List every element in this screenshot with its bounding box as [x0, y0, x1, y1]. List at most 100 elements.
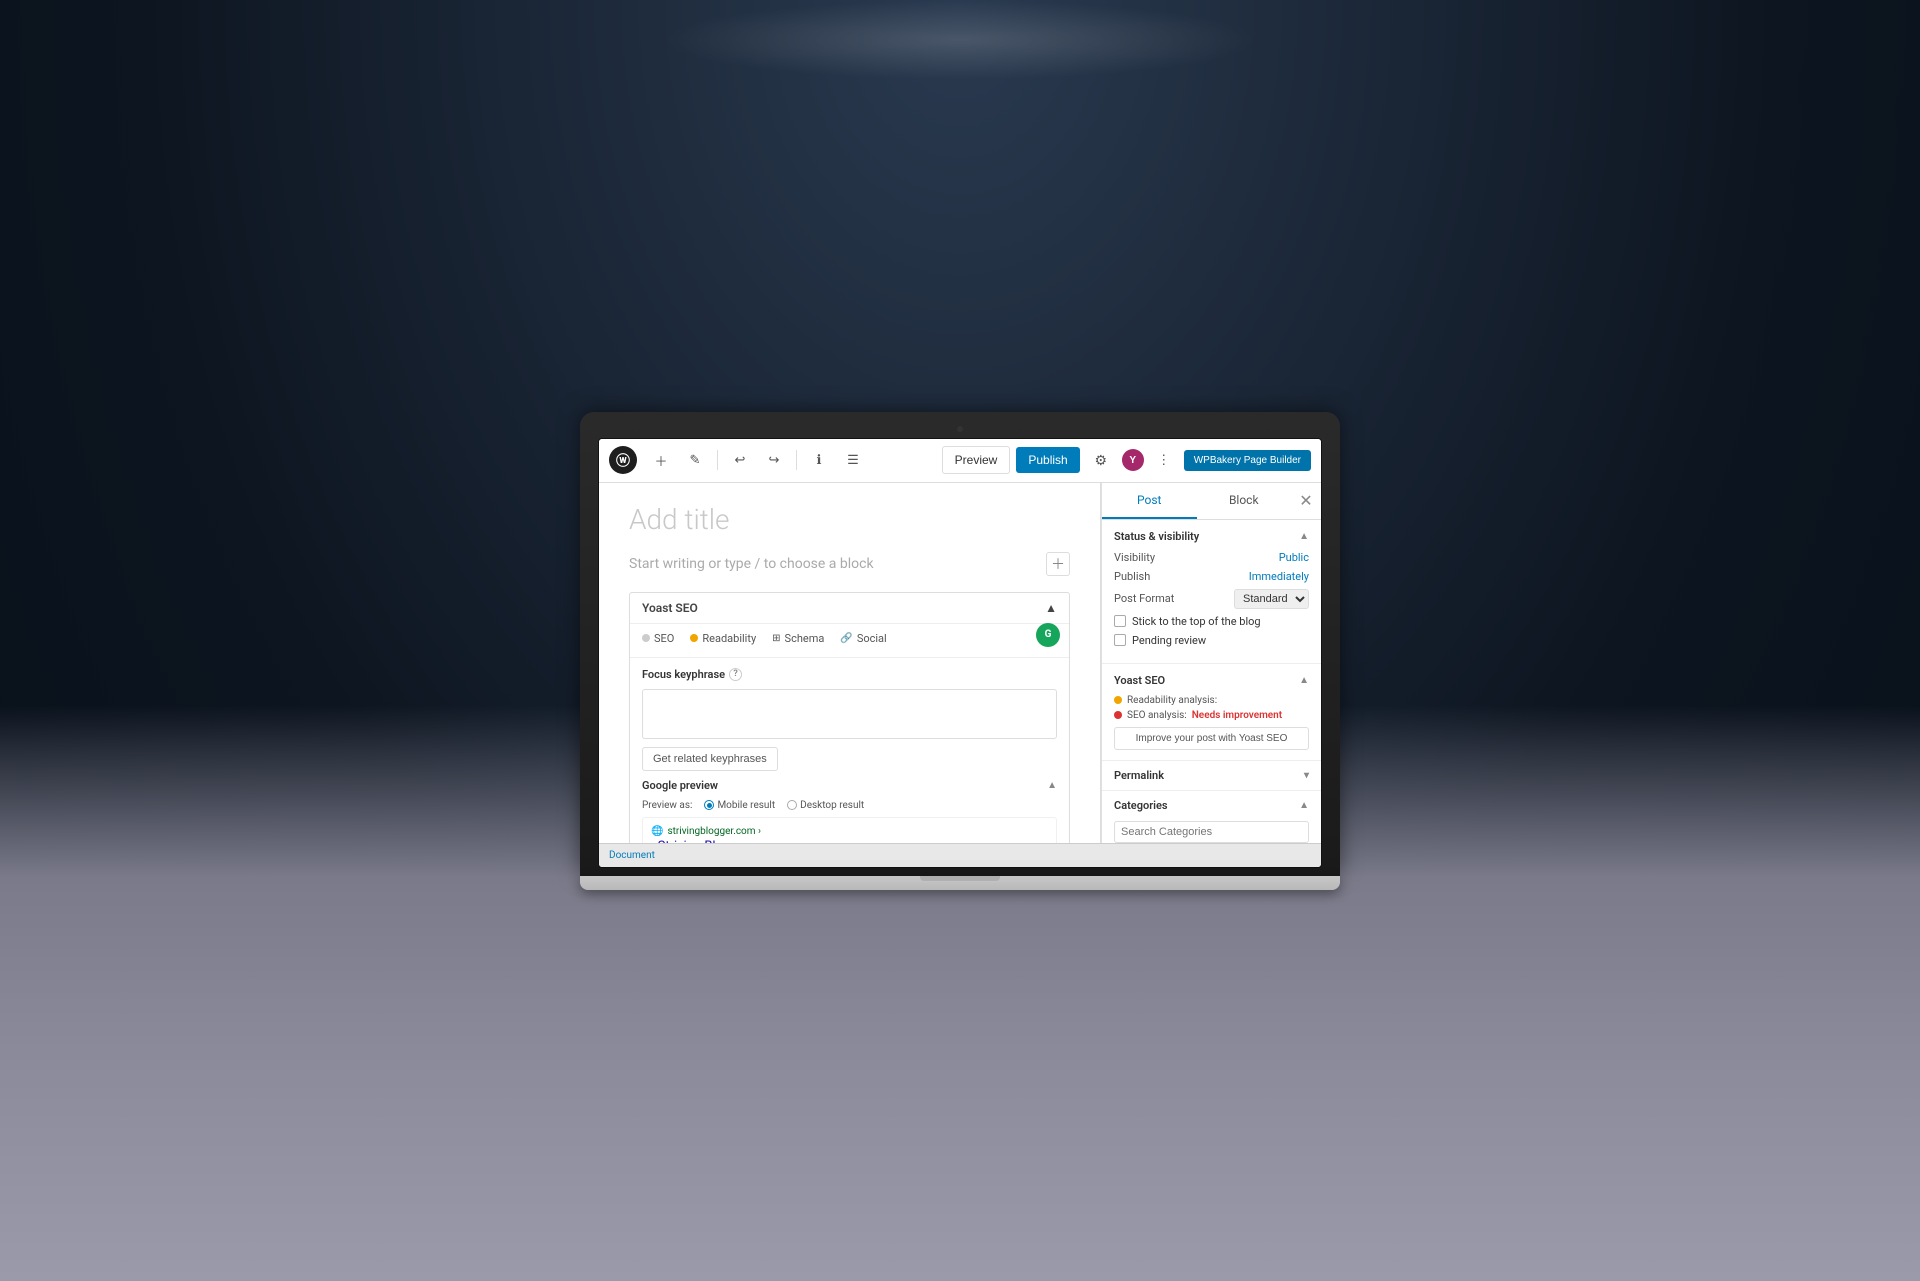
get-related-keyphrases-button[interactable]: Get related keyphrases	[642, 747, 778, 771]
desktop-result-label: Desktop result	[800, 800, 864, 811]
seo-analysis-row: SEO analysis: Needs improvement	[1114, 710, 1309, 721]
google-result-preview: 🌐 strivingblogger.com › · Striving Blogg…	[642, 817, 1057, 843]
yoast-content: Focus keyphrase ? Get related keyphrases…	[630, 658, 1069, 843]
mobile-radio[interactable]	[704, 800, 714, 810]
schema-icon: ⊞	[772, 633, 780, 644]
more-options-button[interactable]: ⋮	[1150, 446, 1178, 474]
status-visibility-header[interactable]: Status & visibility ▲	[1114, 530, 1309, 543]
yoast-tab-social[interactable]: 🔗 Social	[840, 632, 886, 649]
categories-section: Categories ▲ Blogging Blog Traffic	[1102, 791, 1321, 843]
laptop-bezel: W ＋ ✎ ↩ ↪ ℹ ☰ Preview Publish ⚙ Y ⋮ WPBa…	[580, 412, 1340, 876]
pending-review-checkbox[interactable]	[1114, 634, 1126, 646]
undo-toolbar-button[interactable]: ↩	[726, 446, 754, 474]
social-icon: 🔗	[840, 633, 852, 644]
visibility-label: Visibility	[1114, 551, 1155, 564]
publish-row: Publish Immediately	[1114, 570, 1309, 583]
google-url-row: 🌐 strivingblogger.com ›	[651, 826, 1048, 837]
svg-text:W: W	[619, 456, 627, 466]
main-content: G Add title Start writing or type / to c…	[599, 483, 1321, 843]
google-url-text: strivingblogger.com ›	[667, 826, 761, 837]
bottom-bar: Document	[599, 843, 1321, 867]
yoast-panel-title: Yoast SEO	[642, 601, 698, 615]
publish-label: Publish	[1114, 570, 1150, 583]
post-title-input[interactable]: Add title	[629, 503, 1070, 536]
screen: W ＋ ✎ ↩ ↪ ℹ ☰ Preview Publish ⚙ Y ⋮ WPBa…	[598, 438, 1322, 868]
seo-tab-label: SEO	[654, 632, 674, 645]
redo-toolbar-button[interactable]: ↪	[760, 446, 788, 474]
yoast-sidebar-section: Yoast SEO ▲ Readability analysis: SEO an…	[1102, 664, 1321, 761]
sidebar-tab-post[interactable]: Post	[1102, 483, 1197, 519]
yoast-button[interactable]: Y	[1122, 449, 1144, 471]
seo-dot	[1114, 711, 1122, 719]
readability-label: Readability analysis:	[1127, 695, 1217, 706]
seo-status: Needs improvement	[1192, 710, 1282, 721]
google-title-link[interactable]: · Striving Blogger	[651, 839, 1048, 843]
yoast-tabs: SEO Readability ⊞ Schema 🔗	[630, 624, 1069, 658]
stick-top-checkbox[interactable]	[1114, 615, 1126, 627]
desktop-radio[interactable]	[787, 800, 797, 810]
google-preview-collapse-icon: ▲	[1047, 780, 1057, 791]
visibility-row: Visibility Public	[1114, 551, 1309, 564]
sidebar-tab-block[interactable]: Block	[1197, 483, 1292, 519]
add-block-inline-button[interactable]: ＋	[1046, 552, 1070, 576]
post-format-select[interactable]: Standard	[1234, 589, 1309, 609]
laptop-hinge	[920, 876, 1000, 881]
editor-area[interactable]: G Add title Start writing or type / to c…	[599, 483, 1101, 843]
visibility-value[interactable]: Public	[1279, 551, 1309, 564]
desktop-result-option[interactable]: Desktop result	[787, 800, 864, 811]
google-preview-header[interactable]: Google preview ▲	[642, 779, 1057, 792]
readability-tab-label: Readability	[702, 632, 756, 645]
permalink-collapse-icon: ▾	[1304, 770, 1309, 781]
keyphrase-help-icon[interactable]: ?	[729, 668, 742, 681]
post-body-area[interactable]: Start writing or type / to choose a bloc…	[629, 552, 1070, 576]
edit-toolbar-button[interactable]: ✎	[681, 446, 709, 474]
publish-button[interactable]: Publish	[1016, 447, 1079, 473]
info-toolbar-button[interactable]: ℹ	[805, 446, 833, 474]
google-preview-title: Google preview	[642, 779, 718, 792]
publish-value[interactable]: Immediately	[1249, 570, 1309, 583]
toolbar-separator-1	[717, 450, 718, 470]
yoast-tab-schema[interactable]: ⊞ Schema	[772, 632, 824, 649]
improve-yoast-button[interactable]: Improve your post with Yoast SEO	[1114, 727, 1309, 750]
stick-top-row: Stick to the top of the blog	[1114, 615, 1309, 628]
status-visibility-section: Status & visibility ▲ Visibility Public …	[1102, 520, 1321, 664]
background-light	[660, 0, 1260, 80]
readability-dot	[1114, 696, 1122, 704]
yoast-tab-readability[interactable]: Readability	[690, 632, 756, 649]
readability-tab-dot	[690, 634, 698, 642]
categories-title: Categories	[1114, 799, 1168, 812]
yoast-sidebar-header[interactable]: Yoast SEO ▲	[1114, 674, 1309, 687]
categories-header[interactable]: Categories ▲	[1114, 799, 1309, 812]
laptop-container: W ＋ ✎ ↩ ↪ ℹ ☰ Preview Publish ⚙ Y ⋮ WPBa…	[580, 412, 1340, 890]
schema-tab-label: Schema	[785, 632, 825, 645]
wp-toolbar: W ＋ ✎ ↩ ↪ ℹ ☰ Preview Publish ⚙ Y ⋮ WPBa…	[599, 439, 1321, 483]
sidebar-close-button[interactable]: ✕	[1291, 486, 1321, 516]
status-visibility-collapse-icon: ▲	[1299, 531, 1309, 542]
status-visibility-title: Status & visibility	[1114, 530, 1199, 543]
wpbakery-button[interactable]: WPBakery Page Builder	[1184, 450, 1311, 471]
laptop-body	[580, 876, 1340, 890]
list-toolbar-button[interactable]: ☰	[839, 446, 867, 474]
wordpress-logo: W	[609, 446, 637, 474]
post-format-row: Post Format Standard	[1114, 589, 1309, 609]
yoast-panel-collapse-icon: ▲	[1045, 601, 1057, 615]
search-categories-input[interactable]	[1114, 821, 1309, 843]
add-block-toolbar-button[interactable]: ＋	[647, 446, 675, 474]
preview-as-label: Preview as:	[642, 800, 692, 811]
sidebar-tabs: Post Block ✕	[1102, 483, 1321, 520]
sidebar: Post Block ✕ Status & visibility ▲ Visib…	[1101, 483, 1321, 843]
yoast-tab-seo[interactable]: SEO	[642, 632, 674, 649]
stick-top-label: Stick to the top of the blog	[1132, 615, 1261, 628]
permalink-header[interactable]: Permalink ▾	[1114, 769, 1309, 782]
google-favicon: 🌐	[651, 826, 663, 837]
yoast-panel-header[interactable]: Yoast SEO ▲	[630, 593, 1069, 624]
focus-keyphrase-input[interactable]	[642, 689, 1057, 739]
pending-review-label: Pending review	[1132, 634, 1206, 647]
mobile-result-option[interactable]: Mobile result	[704, 800, 775, 811]
preview-button[interactable]: Preview	[942, 446, 1011, 474]
settings-button[interactable]: ⚙	[1086, 445, 1116, 475]
categories-collapse-icon: ▲	[1299, 800, 1309, 811]
preview-as-row: Preview as: Mobile result Desktop result	[642, 800, 1057, 811]
seo-label: SEO analysis:	[1127, 710, 1187, 721]
document-link[interactable]: Document	[609, 850, 655, 861]
